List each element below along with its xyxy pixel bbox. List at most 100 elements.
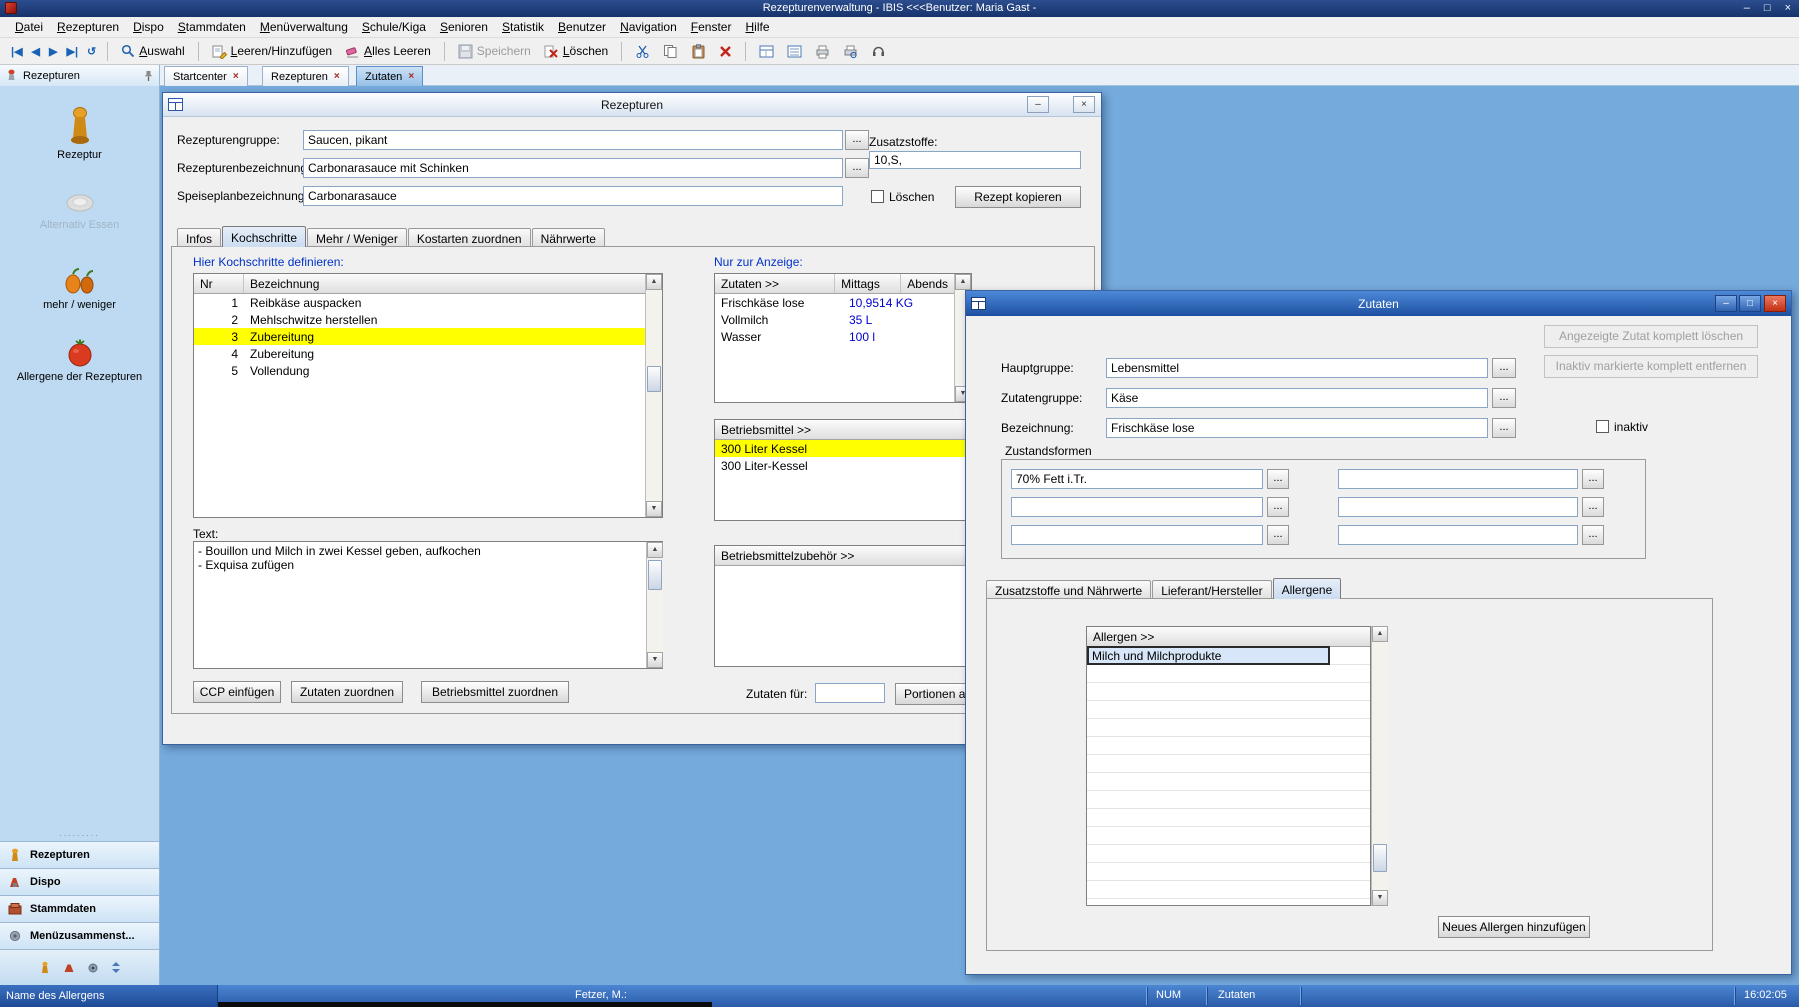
sidebar-item-alternativ-essen[interactable]: Alternativ Essen — [0, 188, 159, 231]
menu-hilfe[interactable]: Hilfe — [738, 18, 776, 36]
tab-mehr-weniger[interactable]: Mehr / Weniger — [307, 228, 407, 247]
tab-naehrwerte[interactable]: Nährwerte — [531, 228, 605, 247]
speiseplanbezeichnung-input[interactable] — [303, 186, 843, 206]
sidebar-stack-stammdaten[interactable]: Stammdaten — [0, 895, 159, 922]
betriebsmittel-row-selected[interactable]: 300 Liter Kessel — [715, 440, 993, 457]
rezepturengruppe-browse-button[interactable]: ... — [845, 130, 869, 150]
tab-zutaten[interactable]: Zutaten × — [356, 66, 424, 86]
zustandsform-input-5[interactable] — [1338, 497, 1578, 517]
kochschritte-scrollbar[interactable]: ▲ ▼ — [645, 274, 662, 517]
zutaten-close-button[interactable]: × — [1764, 295, 1786, 312]
zutaten-maximize-button[interactable]: □ — [1739, 295, 1761, 312]
rezept-kopieren-button[interactable]: Rezept kopieren — [955, 186, 1081, 208]
cut-button[interactable] — [630, 41, 655, 62]
menu-fenster[interactable]: Fenster — [684, 18, 739, 36]
rezepturenbezeichnung-input[interactable] — [303, 158, 843, 178]
menu-rezepturen[interactable]: Rezepturen — [50, 18, 126, 36]
sidebar-stack-dispo[interactable]: Dispo — [0, 868, 159, 895]
alles-leeren-button[interactable]: Alles Leeren — [340, 41, 436, 62]
sidebar-item-allergene[interactable]: Allergene der Rezepturen — [0, 338, 159, 383]
list-view-button[interactable] — [782, 41, 807, 62]
hauptgruppe-input[interactable] — [1106, 358, 1488, 378]
zutat-komplett-loeschen-button[interactable]: Angezeigte Zutat komplett löschen — [1544, 325, 1758, 348]
tab-infos[interactable]: Infos — [177, 228, 222, 247]
menu-stammdaten[interactable]: Stammdaten — [171, 18, 253, 36]
nav-last-button[interactable]: ▶| — [63, 43, 81, 60]
table-view-button[interactable] — [754, 41, 779, 62]
bezeichnung-browse-button[interactable]: ... — [1492, 418, 1516, 438]
tab-close-icon[interactable]: × — [408, 71, 414, 82]
kochschritt-row[interactable]: 4 Zubereitung — [194, 345, 645, 362]
rezepturengruppe-input[interactable] — [303, 130, 843, 150]
betriebsmittel-row[interactable]: 300 Liter-Kessel — [715, 457, 993, 474]
kochschritt-row[interactable]: 2 Mehlschwitze herstellen — [194, 311, 645, 328]
menu-schule-kiga[interactable]: Schule/Kiga — [355, 18, 433, 36]
loeschen-checkbox[interactable] — [871, 190, 884, 203]
tab-allergene[interactable]: Allergene — [1272, 578, 1342, 599]
tab-close-icon[interactable]: × — [334, 71, 340, 82]
print-preview-button[interactable] — [838, 41, 863, 62]
print-button[interactable] — [810, 41, 835, 62]
scroll-up-icon[interactable]: ▲ — [955, 274, 971, 290]
app-minimize-button[interactable]: – — [1744, 1, 1750, 16]
zustandsform-browse-5[interactable]: ... — [1582, 497, 1604, 517]
scroll-down-icon[interactable]: ▼ — [646, 501, 662, 517]
zutatengruppe-input[interactable] — [1106, 388, 1488, 408]
inaktiv-checkbox[interactable] — [1596, 420, 1609, 433]
zutat-row[interactable]: Frischkäse lose 10,9514 KG — [715, 294, 954, 311]
undo-button[interactable]: ↺ — [84, 43, 99, 60]
scroll-thumb[interactable] — [648, 560, 662, 590]
zutaten-fuer-input[interactable] — [815, 683, 885, 703]
neues-allergen-button[interactable]: Neues Allergen hinzufügen — [1438, 916, 1590, 938]
phone-support-button[interactable] — [866, 41, 891, 62]
scroll-up-icon[interactable]: ▲ — [1372, 626, 1388, 642]
hauptgruppe-browse-button[interactable]: ... — [1492, 358, 1516, 378]
scroll-down-icon[interactable]: ▼ — [1372, 890, 1388, 906]
betriebsmittel-zuordnen-button[interactable]: Betriebsmittel zuordnen — [421, 681, 569, 703]
auswahl-button[interactable]: Auswahl — [116, 41, 189, 61]
sidebar-item-mehr-weniger[interactable]: mehr / weniger — [0, 266, 159, 311]
allergen-scrollbar[interactable]: ▲ ▼ — [1371, 626, 1388, 906]
pin-icon[interactable] — [143, 70, 154, 82]
menu-navigation[interactable]: Navigation — [613, 18, 684, 36]
sidebar-stack-rezepturen[interactable]: Rezepturen — [0, 841, 159, 868]
app-titlebar[interactable]: Rezepturenverwaltung - IBIS <<<Benutzer:… — [0, 0, 1799, 17]
zutatengruppe-browse-button[interactable]: ... — [1492, 388, 1516, 408]
sidebar-splitter[interactable]: ......... — [0, 828, 159, 838]
zusatzstoffe-input[interactable] — [869, 151, 1081, 169]
rezeptur-mini-icon[interactable] — [39, 961, 51, 975]
ccp-einfuegen-button[interactable]: CCP einfügen — [193, 681, 281, 703]
column-header-allergen[interactable]: Allergen >> — [1087, 627, 1370, 646]
leeren-hinzufuegen-button[interactable]: Leeren/Hinzufügen — [207, 41, 337, 62]
kochschritt-row[interactable]: 1 Reibkäse auspacken — [194, 294, 645, 311]
zustandsform-input-4[interactable] — [1338, 469, 1578, 489]
scroll-down-icon[interactable]: ▼ — [647, 652, 663, 668]
menu-benutzer[interactable]: Benutzer — [551, 18, 613, 36]
copy-button[interactable] — [658, 41, 683, 62]
nav-first-button[interactable]: |◀ — [8, 43, 26, 60]
zustandsform-browse-4[interactable]: ... — [1582, 469, 1604, 489]
clear-x-button[interactable] — [714, 42, 737, 61]
nav-prev-button[interactable]: ◀ — [29, 43, 43, 60]
zustandsform-input-2[interactable] — [1011, 497, 1263, 517]
rezepturen-close-button[interactable]: × — [1073, 96, 1095, 113]
sidebar-stack-menuezusammenstellung[interactable]: Menüzusammenst... — [0, 922, 159, 949]
zustandsform-input-6[interactable] — [1338, 525, 1578, 545]
tab-kostarten-zuordnen[interactable]: Kostarten zuordnen — [407, 228, 531, 247]
kochschritt-text-area[interactable]: - Bouillon und Milch in zwei Kessel gebe… — [193, 541, 663, 669]
bezeichnung-input[interactable] — [1106, 418, 1488, 438]
text-scrollbar[interactable]: ▲ ▼ — [646, 542, 663, 668]
tab-zusatzstoffe-naehrwerte[interactable]: Zusatzstoffe und Nährwerte — [986, 580, 1152, 599]
tab-rezepturen[interactable]: Rezepturen × — [262, 66, 349, 86]
kochschritt-row[interactable]: 5 Vollendung — [194, 362, 645, 379]
tab-close-icon[interactable]: × — [233, 71, 239, 82]
zutat-row[interactable]: Wasser 100 l — [715, 328, 954, 345]
zustandsform-input-3[interactable] — [1011, 525, 1263, 545]
scroll-thumb[interactable] — [647, 366, 661, 392]
loeschen-button[interactable]: Löschen — [539, 41, 613, 62]
paste-button[interactable] — [686, 41, 711, 62]
menu-statistik[interactable]: Statistik — [495, 18, 551, 36]
kochschritt-row-selected[interactable]: 3 Zubereitung — [194, 328, 645, 345]
zutaten-zuordnen-button[interactable]: Zutaten zuordnen — [291, 681, 403, 703]
rezepturenbezeichnung-browse-button[interactable]: ... — [845, 158, 869, 178]
